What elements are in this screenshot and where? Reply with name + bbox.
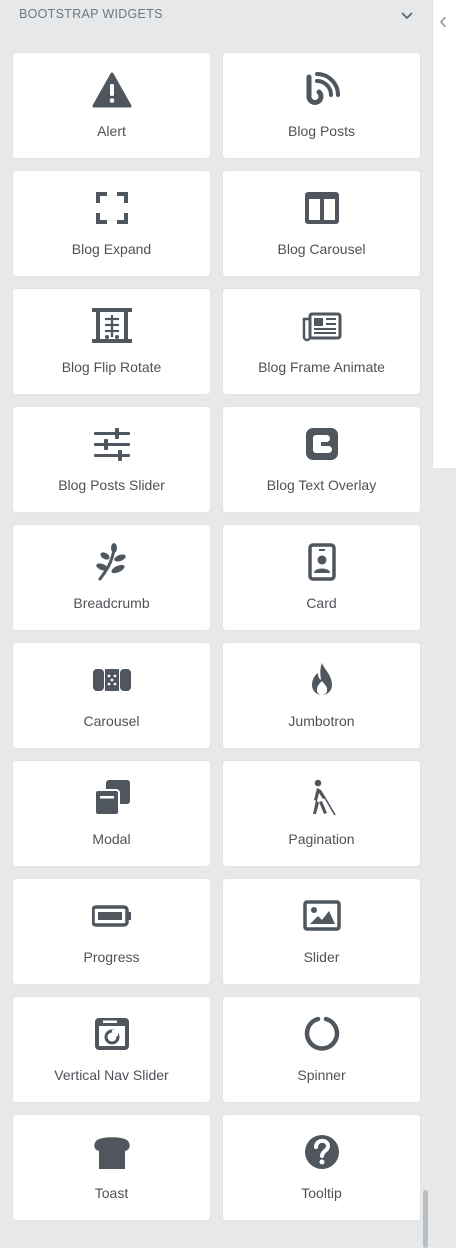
widget-grid: Alert Blog Posts Blog Expand Blog Carous… [13, 53, 420, 1220]
circle-notch-icon [223, 1015, 420, 1053]
widget-blog-text-overlay[interactable]: Blog Text Overlay [223, 407, 420, 512]
leaf-icon [13, 543, 210, 581]
widget-progress[interactable]: Progress [13, 879, 210, 984]
widget-label: Card [306, 595, 337, 611]
widget-label: Vertical Nav Slider [54, 1067, 169, 1083]
columns-icon [223, 189, 420, 227]
battery-icon [13, 897, 210, 935]
widget-toast[interactable]: Toast [13, 1115, 210, 1220]
widget-label: Blog Flip Rotate [61, 359, 162, 375]
widget-label: Blog Posts [288, 123, 355, 139]
id-badge-icon [223, 543, 420, 581]
widget-blog-expand[interactable]: Blog Expand [13, 171, 210, 276]
widget-label: Tooltip [301, 1185, 342, 1201]
widget-pagination[interactable]: Pagination [223, 761, 420, 866]
widget-label: Progress [83, 949, 140, 965]
widget-label: Spinner [297, 1067, 346, 1083]
band-aid-icon [13, 661, 210, 699]
camera-window-icon [13, 1015, 210, 1053]
widget-label: Blog Posts Slider [58, 477, 165, 493]
rss-icon [223, 71, 420, 109]
warning-icon [13, 71, 210, 109]
widget-alert[interactable]: Alert [13, 53, 210, 158]
question-circle-icon [223, 1133, 420, 1171]
panel-header[interactable]: BOOTSTRAP WIDGETS [0, 0, 432, 32]
widget-blog-frame-animate[interactable]: Blog Frame Animate [223, 289, 420, 394]
widget-blog-carousel[interactable]: Blog Carousel [223, 171, 420, 276]
widget-slider[interactable]: Slider [223, 879, 420, 984]
widget-card[interactable]: Card [223, 525, 420, 630]
widget-label: Pagination [288, 831, 355, 847]
blind-walking-icon [223, 779, 420, 817]
widget-label: Blog Frame Animate [258, 359, 385, 375]
widget-label: Blog Text Overlay [266, 477, 377, 493]
widget-breadcrumb[interactable]: Breadcrumb [13, 525, 210, 630]
widget-blog-posts-slider[interactable]: Blog Posts Slider [13, 407, 210, 512]
widget-blog-flip-rotate[interactable]: Blog Flip Rotate [13, 289, 210, 394]
widget-tooltip[interactable]: Tooltip [223, 1115, 420, 1220]
widget-carousel[interactable]: Carousel [13, 643, 210, 748]
widget-label: Alert [97, 123, 126, 139]
bread-icon [13, 1133, 210, 1171]
widget-label: Modal [92, 831, 131, 847]
widget-label: Jumbotron [288, 713, 355, 729]
panel-collapse-tab[interactable] [432, 0, 456, 468]
panel-title: BOOTSTRAP WIDGETS [19, 7, 163, 21]
chevron-left-icon[interactable] [436, 14, 450, 30]
widget-label: Toast [94, 1185, 129, 1201]
widget-label: Slider [303, 949, 340, 965]
widget-vertical-nav-slider[interactable]: Vertical Nav Slider [13, 997, 210, 1102]
widget-spinner[interactable]: Spinner [223, 997, 420, 1102]
clone-icon [13, 779, 210, 817]
projector-screen-icon [13, 307, 210, 345]
newspaper-icon [223, 307, 420, 345]
widget-blog-posts[interactable]: Blog Posts [223, 53, 420, 158]
widget-label: Carousel [83, 713, 140, 729]
chevron-down-icon[interactable] [399, 8, 415, 24]
scrollbar-thumb[interactable] [423, 1190, 428, 1248]
widget-label: Blog Carousel [277, 241, 366, 257]
expand-icon [13, 189, 210, 227]
fire-icon [223, 661, 420, 699]
widget-modal[interactable]: Modal [13, 761, 210, 866]
widget-label: Breadcrumb [73, 595, 150, 611]
widget-jumbotron[interactable]: Jumbotron [223, 643, 420, 748]
blogger-icon [223, 425, 420, 463]
widget-label: Blog Expand [71, 241, 152, 257]
sliders-icon [13, 425, 210, 463]
image-icon [223, 897, 420, 935]
scrollbar-track[interactable] [420, 468, 432, 1248]
